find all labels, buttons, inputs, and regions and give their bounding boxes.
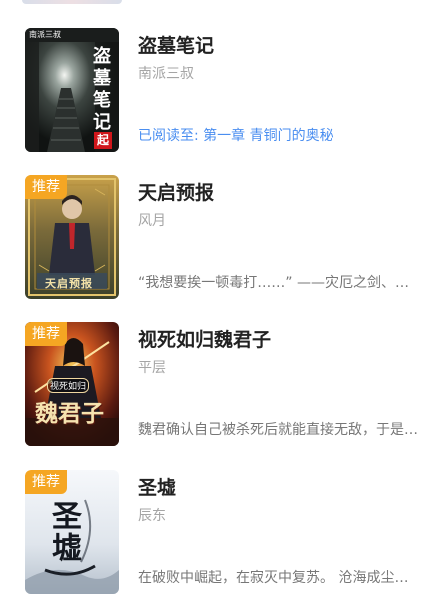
book-intro: 魏君确认自己被杀死后就能直接无敌，于是开始作死 [138,422,420,438]
previous-item-edge [22,0,122,4]
book-cover[interactable]: 视死如归 魏君子 推荐 [25,322,119,446]
book-title[interactable]: 视死如归魏君子 [138,326,428,354]
cover-seal: 起 [94,132,112,149]
book-item[interactable]: 圣墟 推荐 圣墟 辰东 在破败中崛起，在寂灭中复苏。 沧海成尘，雷电枯竭 [0,470,448,598]
book-intro: 在破败中崛起，在寂灭中复苏。 沧海成尘，雷电枯竭 [138,570,420,586]
book-title[interactable]: 盗墓笔记 [138,32,428,60]
book-cover[interactable]: 南派三叔 盗 墓 笔 记 起 [25,28,119,152]
cover-publisher: 南派三叔 [29,30,61,39]
book-author: 南派三叔 [138,66,194,82]
recommend-badge: 推荐 [25,175,67,199]
cover-title: 天启预报 [45,277,93,290]
book-author: 辰东 [138,508,166,524]
book-author: 风月 [138,213,166,229]
book-title[interactable]: 圣墟 [138,474,428,502]
book-item[interactable]: 天启预报 推荐 天启预报 风月 “我想要挨一顿毒打……” ——灾厄之剑、旧日之尘… [0,175,448,303]
book-item[interactable]: 南派三叔 盗 墓 笔 记 起 盗墓笔记 南派三叔 已阅读至: 第一章 青铜门的奥… [0,28,448,156]
book-cover[interactable]: 圣墟 推荐 [25,470,119,594]
recommend-badge: 推荐 [25,470,67,494]
book-cover[interactable]: 天启预报 推荐 [25,175,119,299]
book-author: 平层 [138,360,166,376]
cover-title-big: 魏君子 [35,400,104,427]
book-item[interactable]: 视死如归 魏君子 推荐 视死如归魏君子 平层 魏君确认自己被杀死后就能直接无敌，… [0,322,448,450]
cover-title-char: 记 [93,112,111,133]
book-intro: “我想要挨一顿毒打……” ——灾厄之剑、旧日之尘、铁骑统领 [138,275,420,291]
reading-progress-link[interactable]: 已阅读至: 第一章 青铜门的奥秘 [138,126,428,146]
recommend-badge: 推荐 [25,322,67,346]
book-title[interactable]: 天启预报 [138,179,428,207]
cover-title-top: 视死如归 [47,378,90,393]
cover-title: 圣墟 [46,500,81,564]
